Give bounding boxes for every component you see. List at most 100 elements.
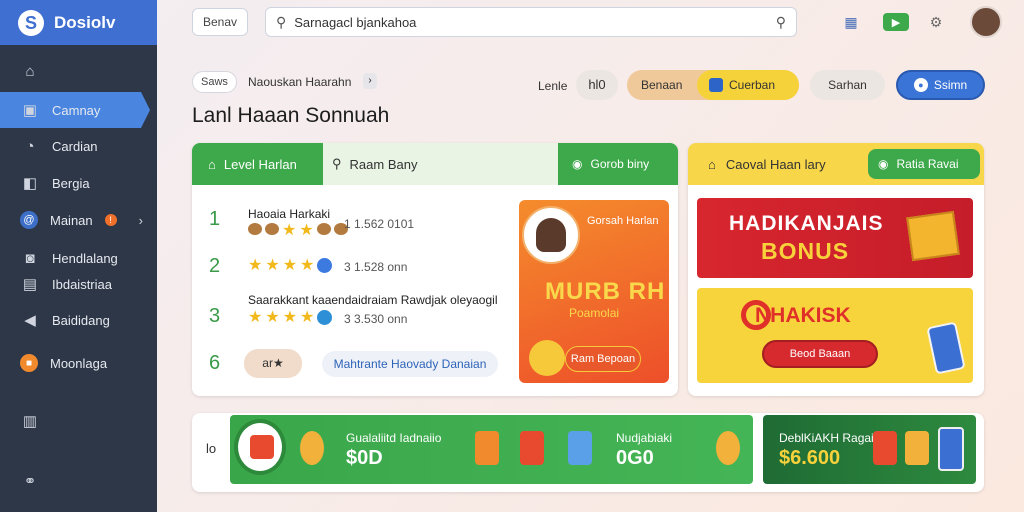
promo-banner[interactable]: NHAKISK Beod Baaan [697, 288, 973, 383]
rank-number: 2 [209, 255, 221, 277]
rank-number: 1 [209, 208, 221, 230]
gamepad-icon: ◙ [25, 249, 35, 267]
breadcrumb-chip[interactable]: Saws [192, 71, 237, 93]
gift-icon [906, 210, 960, 262]
sidebar-item-baididang[interactable]: ◀ Baididang [0, 302, 157, 338]
link-icon: ⚭ [23, 473, 37, 490]
rank-number: 6 [209, 352, 221, 374]
phone-icon [938, 427, 964, 471]
sidebar-item-label: Hendlalang [52, 250, 118, 266]
search-icon[interactable]: ⚲ [776, 14, 786, 31]
megaphone-icon: ◀ [24, 312, 36, 329]
home-icon: ⌂ [208, 156, 216, 172]
chart-icon: ◧ [22, 175, 38, 192]
phone-icon [926, 321, 966, 375]
banner-title: NHAKISK [755, 304, 851, 327]
coin-row: ★ ★ [248, 223, 348, 239]
level-label: Lenle [538, 79, 568, 93]
tab-raam-bany[interactable]: ⚲ Raam Bany [332, 143, 417, 185]
rank-number: 3 [209, 305, 221, 327]
sidebar-item-label: Mainan [50, 212, 93, 228]
sidebar-item-ibdaistriaa[interactable]: ▤ Ibdaistriaa [0, 266, 157, 302]
ticket-icon [250, 435, 274, 459]
swirl-icon: ◉ [878, 157, 889, 171]
avatar-face [536, 218, 566, 252]
tab-label: Raam Bany [349, 156, 418, 172]
search-input[interactable] [294, 14, 768, 30]
star-row: ★ ★ ★ ★ [248, 257, 333, 274]
sidebar: S Dosiolv ⌂ ▣ Camnay ◔ Cardian ◧ Bergia … [0, 0, 157, 512]
sarhan-button[interactable]: Sarhan [810, 70, 885, 100]
sidebar-item-camnay[interactable]: ▣ Camnay [0, 92, 150, 128]
sidebar-item-label: Ibdaistriaa [52, 276, 112, 292]
star-icon: ★ [248, 309, 263, 326]
reward-value: $0D [346, 447, 383, 469]
leaderboard-panel: ⌂ Level Harlan ⚲ Raam Bany ◉ Gorob biny … [192, 143, 678, 396]
segment-label: Cuerban [729, 78, 776, 92]
tab-label: Caoval Haan lary [725, 156, 826, 172]
segment-benaan[interactable]: Benaan [641, 70, 682, 100]
banner-title: HADIKANJAIS [729, 212, 884, 235]
logo-icon: S [18, 9, 44, 36]
chevron-right-icon[interactable]: › [363, 73, 377, 89]
sidebar-item-link[interactable]: ⚭ [0, 463, 157, 499]
player-avatar [522, 206, 580, 264]
promo-button[interactable]: Ram Bepoan [565, 346, 641, 372]
button-label: Ratia Ravai [896, 157, 959, 171]
rewards-banner[interactable]: Gualaliitd Iadnaiio $0D Nudjabiaki 0G0 [230, 415, 753, 484]
page-title: Lanl Haaan Sonnuah [192, 104, 390, 127]
bonus-header: ⌂ Caoval Haan lary ◉ Ratia Ravai [688, 143, 984, 185]
rank-chip[interactable]: ar★ [244, 349, 302, 378]
reward-label: Nudjabiaki [616, 431, 673, 445]
bonus-panel: ⌂ Caoval Haan lary ◉ Ratia Ravai HADIKAN… [688, 143, 984, 396]
ratia-ravai-button[interactable]: ◉ Ratia Ravai [868, 149, 980, 179]
coin-icon [716, 431, 740, 465]
promo-card[interactable]: Gorsah Harlan MURB RH Poamolai Ram Bepoa… [519, 200, 669, 383]
bonus-banner[interactable]: HADIKANJAIS BONUS [697, 198, 973, 278]
segmented-control: Benaan Cuerban [627, 70, 799, 100]
deals-banner[interactable]: DeblKiAKH Ragai $6.600 [763, 415, 976, 484]
search-icon: ⚲ [332, 156, 342, 171]
deal-label: DeblKiAKH Ragai [779, 431, 874, 445]
sidebar-item-moonlaga[interactable]: ■ Moonlaga [0, 345, 157, 381]
message-icon[interactable]: ▶ [883, 13, 909, 31]
gear-icon[interactable]: ⚙ [925, 11, 947, 33]
avatar[interactable] [970, 6, 1002, 38]
globe-icon [317, 258, 333, 273]
level-value[interactable]: hl0 [576, 70, 618, 100]
view-more-link[interactable]: Mahtrante Haovady Danaian [322, 351, 498, 377]
sidebar-item-label: Moonlaga [50, 355, 108, 371]
header-chip[interactable]: Benav [192, 8, 249, 36]
swirl-icon: @ [20, 211, 38, 229]
smiley-icon [529, 340, 565, 376]
sidebar-item-label: Bergia [52, 175, 90, 191]
tab-caoval-haan-lary[interactable]: ⌂ Caoval Haan lary [708, 143, 826, 185]
card-icon [905, 431, 929, 465]
sidebar-item-mainan[interactable]: @ Mainan ! › [0, 202, 157, 238]
sidebar-item-box[interactable]: ▥ [0, 403, 157, 439]
chat-icon: ◔ [25, 137, 35, 155]
coin-icon [248, 223, 262, 235]
deal-value: $6.600 [779, 447, 841, 469]
tab-level-harlan[interactable]: ⌂ Level Harlan [192, 143, 323, 185]
logo-bar[interactable]: S Dosiolv [0, 0, 157, 45]
home-icon: ⌂ [25, 62, 35, 80]
star-icon: ★ [300, 257, 315, 274]
sidebar-item-bergia[interactable]: ◧ Bergia [0, 165, 157, 201]
grid-icon[interactable]: ▦ [840, 11, 862, 33]
ssimn-button[interactable]: ● Ssimn [896, 70, 985, 100]
coin-icon [316, 223, 331, 235]
chevron-right-icon: › [138, 212, 143, 228]
sidebar-item-cardian[interactable]: ◔ Cardian [0, 128, 157, 164]
card-icon [475, 431, 499, 465]
tab-label: Gorob biny [590, 157, 650, 171]
player-score: 3 3.530 onn [344, 312, 408, 326]
segment-cuerban[interactable]: Cuerban [697, 70, 799, 100]
search-bar[interactable]: ⚲ ⚲ [265, 7, 797, 37]
sidebar-item-home[interactable]: ⌂ [0, 53, 157, 89]
button-label: Ssimn [933, 78, 968, 92]
banner-button[interactable]: Beod Baaan [762, 340, 878, 368]
banner-subtitle: BONUS [761, 238, 850, 264]
tab-gorob-biny[interactable]: ◉ Gorob biny [558, 143, 678, 185]
breadcrumb[interactable]: Naouskan Haarahn [248, 75, 351, 89]
